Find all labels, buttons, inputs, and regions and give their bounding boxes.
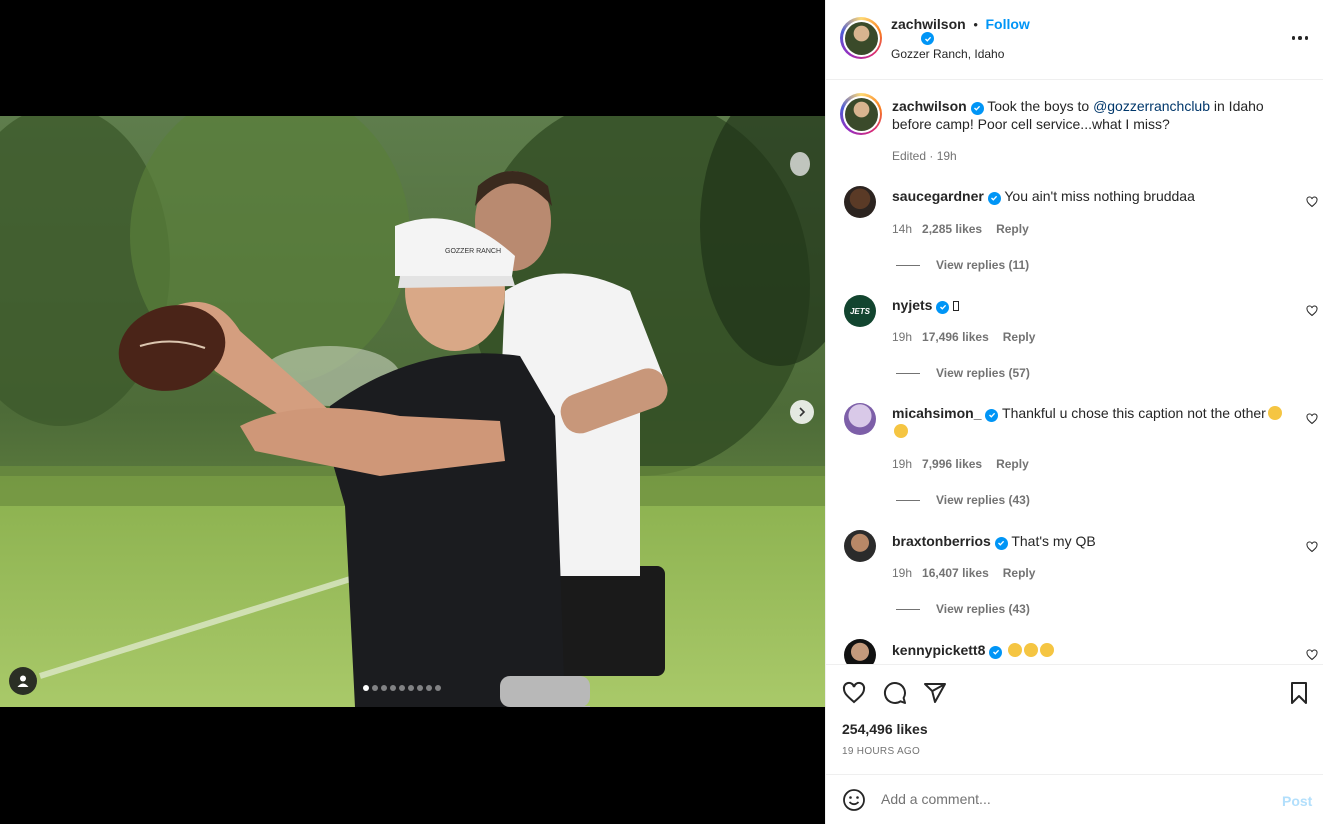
comment-item: kennypickett8 — [892, 641, 1292, 659]
comment-avatar[interactable] — [844, 403, 876, 435]
post-timestamp: 19 HOURS AGO — [842, 746, 921, 757]
comment-meta: 19h 7,996 likes Reply — [892, 457, 1029, 471]
post-location[interactable]: Gozzer Ranch, Idaho — [891, 47, 1004, 61]
verified-icon — [936, 300, 950, 314]
add-comment-bar: Post — [826, 774, 1323, 824]
carousel-dot — [363, 685, 369, 691]
comment-meta: 14h 2,285 likes Reply — [892, 222, 1029, 236]
view-replies-button[interactable]: View replies (57) — [896, 366, 1030, 380]
post-caption: zachwilson Took the boys to @gozzerranch… — [892, 98, 1264, 132]
post-header: zachwilson • Follow Gozzer Ranch, Idaho — [826, 0, 1323, 80]
comment-item: saucegardner You ain't miss nothing brud… — [892, 187, 1292, 205]
comment-username[interactable]: micahsimon_ — [892, 405, 981, 421]
author-avatar[interactable] — [840, 17, 882, 59]
view-replies-button[interactable]: View replies (43) — [896, 602, 1030, 616]
follow-button[interactable]: Follow — [986, 16, 1030, 32]
comment-text: That's my QB — [1011, 533, 1096, 549]
carousel-dot — [372, 685, 378, 691]
post-media: GOZZER RANCH — [0, 0, 825, 824]
emoji-icon[interactable] — [842, 788, 866, 812]
comment-item: braxtonberrios That's my QB — [892, 532, 1292, 550]
comment-username[interactable]: braxtonberrios — [892, 533, 991, 549]
verified-icon — [970, 101, 984, 115]
cap-logo-text: GOZZER RANCH — [445, 248, 501, 255]
reply-button[interactable]: Reply — [1003, 566, 1036, 580]
comment-avatar[interactable] — [844, 530, 876, 562]
carousel-dot — [399, 685, 405, 691]
verified-icon — [987, 191, 1001, 205]
carousel-dot — [408, 685, 414, 691]
bookmark-icon[interactable] — [1287, 681, 1311, 705]
comment-meta: 19h 16,407 likes Reply — [892, 566, 1036, 580]
caption-avatar[interactable] — [840, 93, 882, 135]
post-viewer: GOZZER RANCH zachwilson • Follow Gozzer … — [0, 0, 1323, 824]
carousel-indicator — [363, 685, 441, 691]
share-icon[interactable] — [923, 681, 947, 705]
comment-text: You ain't miss nothing bruddaa — [1004, 188, 1195, 204]
tagged-users-button[interactable] — [9, 667, 37, 695]
comment-text: Thankful u chose this caption not the ot… — [1002, 405, 1266, 421]
reply-button[interactable]: Reply — [996, 457, 1029, 471]
comment-input[interactable] — [881, 791, 1261, 807]
author-line: zachwilson • Follow — [891, 16, 1030, 32]
comment-username[interactable]: kennypickett8 — [892, 642, 985, 658]
view-replies-button[interactable]: View replies (43) — [896, 493, 1030, 507]
caption-edited-time: Edited · 19h — [892, 149, 957, 163]
more-icon — [1291, 36, 1296, 40]
heart-icon[interactable] — [842, 681, 866, 705]
heart-icon[interactable] — [1306, 305, 1318, 317]
crying-emoji — [1267, 406, 1282, 420]
post-photo: GOZZER RANCH — [0, 116, 825, 707]
comment-avatar[interactable] — [844, 639, 876, 664]
verified-icon — [921, 32, 934, 45]
comment-username[interactable]: nyjets — [892, 297, 932, 313]
laughing-emoji — [1008, 643, 1023, 657]
carousel-dot — [381, 685, 387, 691]
post-side-panel: zachwilson • Follow Gozzer Ranch, Idaho … — [825, 0, 1323, 824]
user-tag-icon — [17, 675, 29, 687]
more-options-button[interactable] — [1288, 28, 1312, 48]
carousel-dot — [426, 685, 432, 691]
verified-icon — [985, 408, 999, 422]
emoji-glyph — [953, 301, 960, 311]
heart-icon[interactable] — [1306, 541, 1318, 553]
photo-illustration: GOZZER RANCH — [0, 116, 825, 707]
comment-username[interactable]: saucegardner — [892, 188, 984, 204]
comment-avatar[interactable]: JETS — [844, 295, 876, 327]
view-replies-button[interactable]: View replies (11) — [896, 258, 1029, 272]
comments-list[interactable]: zachwilson Took the boys to @gozzerranch… — [826, 81, 1323, 664]
comment-avatar[interactable] — [844, 186, 876, 218]
carousel-dot — [417, 685, 423, 691]
carousel-dot — [435, 685, 441, 691]
heart-icon[interactable] — [1306, 413, 1318, 425]
reply-button[interactable]: Reply — [996, 222, 1029, 236]
reply-button[interactable]: Reply — [1003, 330, 1036, 344]
chevron-right-icon — [799, 407, 806, 417]
comment-item: nyjets — [892, 296, 1292, 314]
svg-text:JETS: JETS — [850, 307, 871, 316]
heart-icon[interactable] — [1306, 196, 1318, 208]
author-username[interactable]: zachwilson — [891, 16, 966, 32]
comment-icon[interactable] — [883, 681, 907, 705]
crying-emoji — [894, 424, 908, 438]
likes-count[interactable]: 254,496 likes — [842, 721, 928, 737]
comment-item: micahsimon_ Thankful u chose this captio… — [892, 404, 1292, 440]
carousel-dot — [390, 685, 396, 691]
verified-icon — [989, 645, 1003, 659]
laughing-emoji — [1024, 643, 1039, 657]
heart-icon[interactable] — [1306, 649, 1318, 661]
caption-username[interactable]: zachwilson — [892, 98, 967, 114]
carousel-next-button[interactable] — [790, 400, 814, 424]
caption-mention[interactable]: @gozzerranchclub — [1093, 98, 1210, 114]
post-comment-button[interactable]: Post — [1282, 793, 1312, 809]
laughing-emoji — [1040, 643, 1055, 657]
verified-icon — [994, 536, 1008, 550]
post-actions: 254,496 likes 19 HOURS AGO — [826, 664, 1323, 774]
comment-meta: 19h 17,496 likes Reply — [892, 330, 1036, 344]
